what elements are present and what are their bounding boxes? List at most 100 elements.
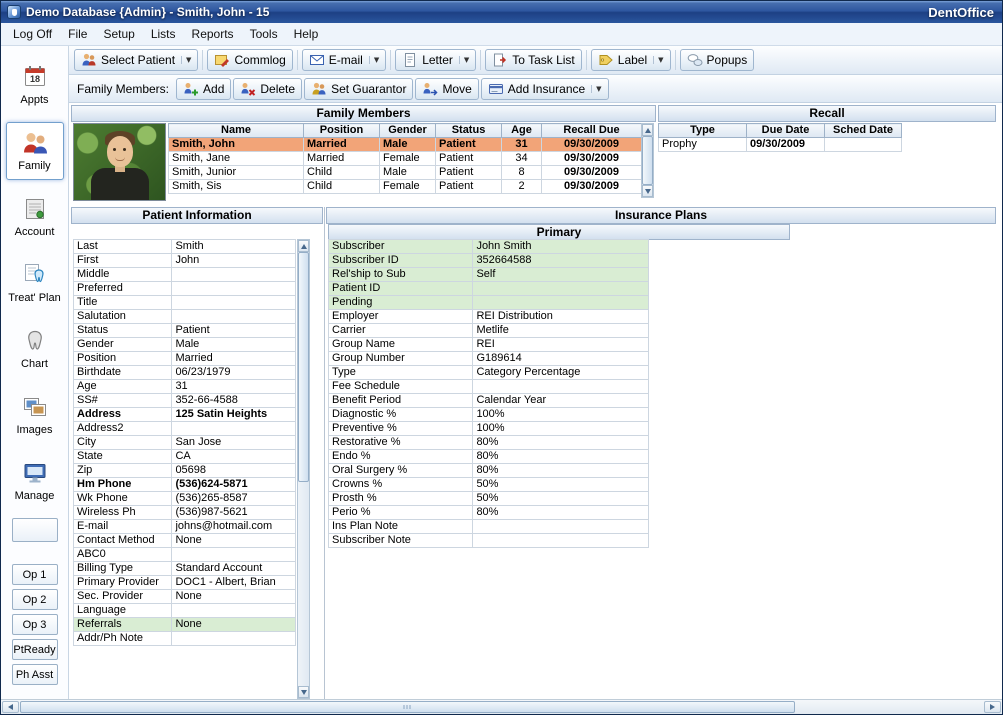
column-header[interactable]: Type xyxy=(659,124,747,138)
operatory-button[interactable]: Op 1 xyxy=(12,564,58,585)
column-header[interactable]: Age xyxy=(502,124,542,138)
operatory-button[interactable]: PtReady xyxy=(12,639,58,660)
insurance-row[interactable]: Subscriber Note xyxy=(329,534,649,548)
patient-info-row[interactable]: Last Smith xyxy=(74,240,296,254)
patient-info-row[interactable]: Status Patient xyxy=(74,324,296,338)
patient-info-row[interactable]: Gender Male xyxy=(74,338,296,352)
insurance-row[interactable]: Subscriber John Smith xyxy=(329,240,649,254)
patient-info-row[interactable]: Zip 05698 xyxy=(74,464,296,478)
dropdown-arrow-icon[interactable]: ▼ xyxy=(181,56,191,64)
scroll-down-button[interactable] xyxy=(642,185,653,197)
patient-info-row[interactable]: Middle xyxy=(74,268,296,282)
sidebar-item-account[interactable]: Account xyxy=(6,188,64,246)
patient-info-row[interactable]: Hm Phone (536)624-5871 xyxy=(74,478,296,492)
patient-info-row[interactable]: Title xyxy=(74,296,296,310)
operatory-button[interactable] xyxy=(12,518,58,542)
popups-button[interactable]: Popups xyxy=(680,49,755,71)
dropdown-arrow-icon[interactable]: ▼ xyxy=(591,85,601,93)
patient-info-row[interactable]: Wireless Ph (536)987-5621 xyxy=(74,506,296,520)
sidebar-item-appts[interactable]: 18 Appts xyxy=(6,56,64,114)
sidebar-item-images[interactable]: Images xyxy=(6,386,64,444)
sidebar-item-manage[interactable]: Manage xyxy=(6,452,64,510)
recall-row[interactable]: Prophy 09/30/2009 xyxy=(659,138,902,152)
family-member-row[interactable]: Smith, John Married Male Patient 31 09/3… xyxy=(169,138,642,152)
insurance-row[interactable]: Carrier Metlife xyxy=(329,324,649,338)
operatory-button[interactable]: Op 3 xyxy=(12,614,58,635)
insurance-row[interactable]: Diagnostic % 100% xyxy=(329,408,649,422)
menu-item[interactable]: Help xyxy=(286,24,327,44)
patient-info-row[interactable]: Billing Type Standard Account xyxy=(74,562,296,576)
patient-info-row[interactable]: Wk Phone (536)265-8587 xyxy=(74,492,296,506)
letter-button[interactable]: Letter ▼ xyxy=(395,49,476,71)
menu-item[interactable]: Setup xyxy=(95,24,142,44)
patient-info-row[interactable]: Address2 xyxy=(74,422,296,436)
insurance-row[interactable]: Subscriber ID 352664588 xyxy=(329,254,649,268)
insurance-row[interactable]: Crowns % 50% xyxy=(329,478,649,492)
select-patient-button[interactable]: Select Patient ▼ xyxy=(74,49,198,71)
column-header[interactable]: Sched Date xyxy=(825,124,902,138)
menu-item[interactable]: Reports xyxy=(184,24,242,44)
add-member-button[interactable]: Add xyxy=(176,78,231,100)
commlog-button[interactable]: Commlog xyxy=(207,49,292,71)
menu-item[interactable]: Tools xyxy=(242,24,286,44)
add-insurance-button[interactable]: Add Insurance ▼ xyxy=(481,78,609,100)
patient-info-row[interactable]: Address 125 Satin Heights xyxy=(74,408,296,422)
insurance-row[interactable]: Group Name REI xyxy=(329,338,649,352)
sidebar-item-family[interactable]: Family xyxy=(6,122,64,180)
patient-info-row[interactable]: Language xyxy=(74,604,296,618)
label-button[interactable]: Label ▼ xyxy=(591,49,671,71)
insurance-row[interactable]: Type Category Percentage xyxy=(329,366,649,380)
column-header[interactable]: Recall Due xyxy=(542,124,642,138)
column-header[interactable]: Due Date xyxy=(747,124,825,138)
insurance-row[interactable]: Employer REI Distribution xyxy=(329,310,649,324)
operatory-button[interactable]: Ph Asst xyxy=(12,664,58,685)
insurance-row[interactable]: Prosth % 50% xyxy=(329,492,649,506)
delete-member-button[interactable]: Delete xyxy=(233,78,302,100)
insurance-row[interactable]: Pending xyxy=(329,296,649,310)
scroll-up-button[interactable] xyxy=(298,240,309,252)
insurance-row[interactable]: Oral Surgery % 80% xyxy=(329,464,649,478)
patient-info-row[interactable]: Preferred xyxy=(74,282,296,296)
patient-info-row[interactable]: City San Jose xyxy=(74,436,296,450)
scrollbar-thumb[interactable] xyxy=(642,136,653,185)
insurance-row[interactable]: Perio % 80% xyxy=(329,506,649,520)
scroll-right-button[interactable] xyxy=(984,701,1001,713)
insurance-row[interactable]: Restorative % 80% xyxy=(329,436,649,450)
dropdown-arrow-icon[interactable]: ▼ xyxy=(653,56,663,64)
menu-item[interactable]: File xyxy=(60,24,95,44)
to-task-list-button[interactable]: To Task List xyxy=(485,49,581,71)
dropdown-arrow-icon[interactable]: ▼ xyxy=(369,56,379,64)
insurance-row[interactable]: Fee Schedule xyxy=(329,380,649,394)
sidebar-item-treat-plan[interactable]: Treat' Plan xyxy=(6,254,64,312)
sidebar-item-chart[interactable]: Chart xyxy=(6,320,64,378)
insurance-row[interactable]: Group Number G189614 xyxy=(329,352,649,366)
move-member-button[interactable]: Move xyxy=(415,78,478,100)
insurance-row[interactable]: Endo % 80% xyxy=(329,450,649,464)
patient-info-row[interactable]: Position Married xyxy=(74,352,296,366)
column-header[interactable]: Name xyxy=(169,124,304,138)
patient-info-row[interactable]: Birthdate 06/23/1979 xyxy=(74,366,296,380)
insurance-row[interactable]: Ins Plan Note xyxy=(329,520,649,534)
patient-info-row[interactable]: SS# 352-66-4588 xyxy=(74,394,296,408)
patient-info-row[interactable]: E-mail johns@hotmail.com xyxy=(74,520,296,534)
scroll-up-button[interactable] xyxy=(642,124,653,136)
scroll-down-button[interactable] xyxy=(298,686,309,698)
insurance-row[interactable]: Preventive % 100% xyxy=(329,422,649,436)
family-member-row[interactable]: Smith, Junior Child Male Patient 8 09/30… xyxy=(169,166,642,180)
family-member-row[interactable]: Smith, Sis Child Female Patient 2 09/30/… xyxy=(169,180,642,194)
column-header[interactable]: Position xyxy=(304,124,380,138)
dropdown-arrow-icon[interactable]: ▼ xyxy=(459,56,469,64)
menu-item[interactable]: Log Off xyxy=(5,24,60,44)
patient-info-row[interactable]: State CA xyxy=(74,450,296,464)
patient-info-row[interactable]: Salutation xyxy=(74,310,296,324)
menu-item[interactable]: Lists xyxy=(143,24,184,44)
patient-info-row[interactable]: Referrals None xyxy=(74,618,296,632)
patient-info-row[interactable]: Age 31 xyxy=(74,380,296,394)
insurance-row[interactable]: Rel'ship to Sub Self xyxy=(329,268,649,282)
scrollbar-thumb[interactable] xyxy=(298,252,309,482)
patient-info-row[interactable]: Addr/Ph Note xyxy=(74,632,296,646)
patient-info-row[interactable]: First John xyxy=(74,254,296,268)
insurance-row[interactable]: Patient ID xyxy=(329,282,649,296)
patient-info-row[interactable]: Contact Method None xyxy=(74,534,296,548)
column-header[interactable]: Status xyxy=(436,124,502,138)
